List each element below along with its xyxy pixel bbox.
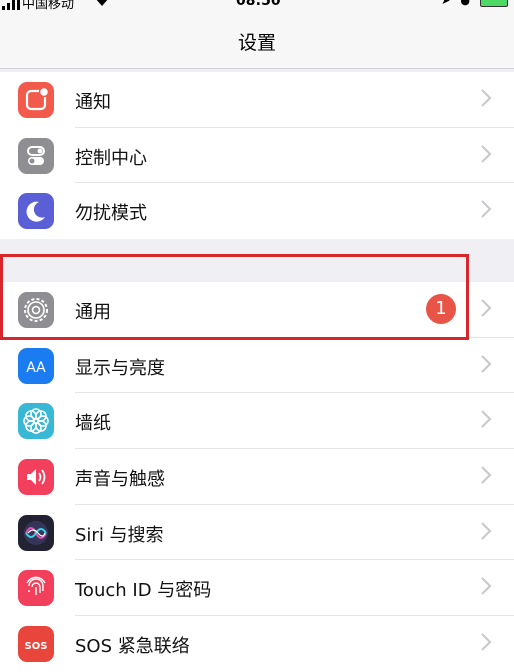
settings-group-2: 通用 1 AA 显示与亮度 墙纸 声音与触感 Siri 与搜索 Touch ID… xyxy=(0,282,514,672)
siri-icon xyxy=(18,514,54,551)
settings-row-sounds[interactable]: 声音与触感 xyxy=(0,449,514,505)
chevron-right-icon xyxy=(480,87,492,109)
settings-row-touch-id-passcode[interactable]: Touch ID 与密码 xyxy=(0,560,514,617)
do-not-disturb-moon-icon xyxy=(18,193,54,230)
settings-row-emergency-sos[interactable]: SOS SOS 紧急联络 xyxy=(0,616,514,672)
status-bar: 中国移动 08:50 ➤ ● xyxy=(0,0,514,14)
chevron-right-icon xyxy=(480,520,492,542)
settings-row-siri-search[interactable]: Siri 与搜索 xyxy=(0,505,514,561)
settings-row-label: 显示与亮度 xyxy=(75,357,165,379)
chevron-right-icon xyxy=(480,143,492,165)
settings-row-control-center[interactable]: 控制中心 xyxy=(0,128,514,184)
settings-row-notifications[interactable]: 通知 xyxy=(0,72,514,128)
settings-row-label: Touch ID 与密码 xyxy=(75,580,212,602)
svg-text:AA: AA xyxy=(26,360,46,376)
chevron-right-icon xyxy=(480,297,492,319)
location-icon: ➤ xyxy=(441,0,451,7)
chevron-right-icon xyxy=(480,408,492,430)
cell-signal-icon xyxy=(2,0,20,10)
notification-badge: 1 xyxy=(426,294,456,324)
settings-row-label: Siri 与搜索 xyxy=(75,524,164,546)
sos-icon-text: SOS xyxy=(25,641,48,652)
sound-speaker-icon xyxy=(18,459,54,496)
control-center-icon xyxy=(18,137,54,174)
settings-row-wallpaper[interactable]: 墙纸 xyxy=(0,393,514,450)
wallpaper-flower-icon xyxy=(18,403,54,440)
fingerprint-icon xyxy=(18,570,54,607)
chevron-right-icon xyxy=(480,575,492,597)
settings-row-label: 勿扰模式 xyxy=(75,203,147,225)
chevron-right-icon xyxy=(480,353,492,375)
settings-row-label: 控制中心 xyxy=(75,147,147,169)
notifications-icon xyxy=(18,82,54,118)
settings-group-1: 通知 控制中心 勿扰模式 xyxy=(0,72,514,240)
chevron-right-icon xyxy=(480,631,492,653)
navigation-bar: 设置 xyxy=(0,14,514,69)
settings-row-label: 声音与触感 xyxy=(75,469,165,491)
settings-row-label: 通用 xyxy=(75,302,111,323)
clock: 08:50 xyxy=(236,0,281,9)
display-brightness-icon: AA xyxy=(18,347,54,384)
carrier-label: 中国移动 xyxy=(22,0,75,12)
settings-row-label: 墙纸 xyxy=(75,413,111,435)
battery-icon xyxy=(480,0,508,7)
chevron-right-icon xyxy=(480,464,492,486)
settings-row-label: SOS 紧急联络 xyxy=(75,636,190,658)
alarm-icon: ● xyxy=(460,0,470,7)
sos-icon: SOS xyxy=(18,626,54,663)
settings-row-general[interactable]: 通用 1 xyxy=(0,282,514,338)
settings-row-label: 通知 xyxy=(75,92,111,113)
settings-row-display-brightness[interactable]: AA 显示与亮度 xyxy=(0,338,514,394)
gear-icon xyxy=(18,292,54,328)
settings-row-do-not-disturb[interactable]: 勿扰模式 xyxy=(0,183,514,239)
wifi-icon xyxy=(94,0,110,10)
chevron-right-icon xyxy=(480,198,492,220)
page-title: 设置 xyxy=(237,32,276,54)
